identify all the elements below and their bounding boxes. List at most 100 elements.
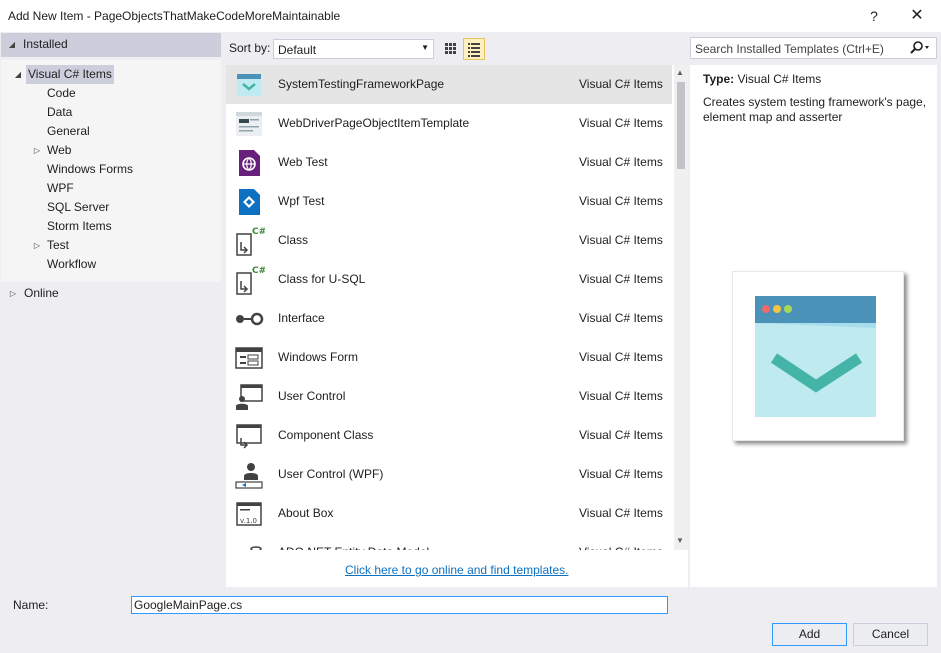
type-value: Visual C# Items — [737, 72, 822, 86]
template-row[interactable]: Wpf Test Visual C# Items — [226, 182, 672, 221]
template-name: Class — [278, 233, 309, 247]
template-name: About Box — [278, 506, 334, 520]
tree-item-workflow[interactable]: Workflow — [47, 255, 96, 274]
expand-arrow-icon[interactable]: ▷ — [32, 236, 42, 255]
tree-item-test[interactable]: Test — [47, 236, 69, 255]
grid-view-icon — [445, 43, 456, 54]
chevron-down-icon: ▼ — [421, 43, 429, 52]
template-category: Visual C# Items — [579, 506, 663, 520]
close-button[interactable]: ✕ — [898, 0, 936, 32]
template-row[interactable]: C# Class Visual C# Items — [226, 221, 672, 260]
name-input[interactable] — [131, 596, 668, 614]
template-name: Windows Form — [278, 350, 359, 364]
tree-item-code[interactable]: Code — [47, 84, 76, 103]
template-category: Visual C# Items — [579, 77, 663, 91]
sort-by-select[interactable]: Default ▼ — [273, 39, 434, 59]
template-name: SystemTestingFrameworkPage — [278, 77, 445, 91]
online-templates-link[interactable]: Click here to go online and find templat… — [345, 563, 568, 577]
interface-icon — [236, 312, 264, 326]
template-row[interactable]: Web Test Visual C# Items — [226, 143, 672, 182]
template-row[interactable]: Windows Form Visual C# Items — [226, 338, 672, 377]
svg-text:C#: C# — [252, 266, 265, 276]
template-name: Web Test — [278, 155, 328, 169]
tree-installed-header[interactable]: ◢ Installed — [1, 33, 221, 57]
csharp-class-icon: C# — [236, 227, 265, 256]
template-description: Creates system testing framework's page,… — [703, 95, 927, 124]
usql-class-icon: C# — [236, 266, 265, 295]
browser-preview-icon — [755, 296, 876, 417]
template-row[interactable]: SystemTestingFrameworkPage Visual C# Ite… — [226, 65, 672, 104]
template-category: Visual C# Items — [579, 350, 663, 364]
tree-item-data[interactable]: Data — [47, 103, 72, 122]
template-type: Type: Visual C# Items — [703, 72, 821, 86]
list-view-button[interactable] — [463, 38, 485, 60]
search-placeholder: Search Installed Templates (Ctrl+E) — [695, 42, 884, 56]
tree-item-visual-csharp[interactable]: Visual C# Items — [26, 65, 114, 84]
category-tree: ◢ Installed ◢ Visual C# Items Code Data … — [1, 32, 221, 588]
tree-item-web[interactable]: Web — [47, 141, 71, 160]
title-bar: Add New Item - PageObjectsThatMakeCodeMo… — [0, 0, 941, 32]
grid-view-button[interactable] — [440, 38, 462, 60]
wpf-user-control-icon — [235, 463, 263, 489]
tree-item-windows-forms[interactable]: Windows Forms — [47, 160, 133, 179]
template-row[interactable]: Interface Visual C# Items — [226, 299, 672, 338]
windows-form-icon — [235, 347, 263, 369]
details-pane: Type: Visual C# Items Creates system tes… — [690, 65, 937, 587]
user-control-icon — [236, 384, 263, 410]
expand-arrow-icon[interactable]: ▷ — [8, 284, 18, 303]
collapse-arrow-icon[interactable]: ◢ — [13, 65, 23, 84]
tree-item-storm-items[interactable]: Storm Items — [47, 217, 112, 236]
add-button[interactable]: Add — [772, 623, 847, 646]
template-row[interactable]: C# Class for U-SQL Visual C# Items — [226, 260, 672, 299]
template-row[interactable]: WebDriverPageObjectItemTemplate Visual C… — [226, 104, 672, 143]
browser-page-icon — [237, 74, 261, 96]
component-class-icon — [236, 424, 262, 449]
template-category: Visual C# Items — [579, 428, 663, 442]
template-search-input[interactable]: Search Installed Templates (Ctrl+E) — [690, 37, 937, 59]
tree-installed-panel: ◢ Visual C# Items Code Data General ▷ We… — [1, 60, 221, 282]
sort-by-label: Sort by: — [229, 41, 271, 55]
template-category: Visual C# Items — [579, 311, 663, 325]
template-category: Visual C# Items — [579, 389, 663, 403]
template-category: Visual C# Items — [579, 233, 663, 247]
wpf-test-icon — [239, 189, 260, 215]
template-category: Visual C# Items — [579, 194, 663, 208]
template-name: User Control — [278, 389, 346, 403]
template-category: Visual C# Items — [579, 467, 663, 481]
help-button[interactable]: ? — [858, 0, 890, 32]
template-preview — [732, 271, 904, 441]
template-name: Interface — [278, 311, 325, 325]
template-category: Visual C# Items — [579, 116, 663, 130]
web-test-icon — [239, 150, 260, 176]
tree-item-general[interactable]: General — [47, 122, 90, 141]
template-row[interactable]: User Control Visual C# Items — [226, 377, 672, 416]
collapse-arrow-icon[interactable]: ◢ — [7, 35, 17, 54]
about-box-icon: v.1.0 — [236, 502, 262, 526]
template-name: User Control (WPF) — [278, 467, 384, 481]
template-category: Visual C# Items — [579, 155, 663, 169]
webdriver-page-icon — [236, 112, 262, 136]
template-row[interactable]: User Control (WPF) Visual C# Items — [226, 455, 672, 494]
search-icon[interactable] — [908, 40, 932, 56]
tree-installed-label: Installed — [23, 37, 68, 51]
list-view-icon — [468, 43, 480, 57]
scroll-down-icon[interactable]: ▼ — [676, 536, 684, 545]
name-label: Name: — [13, 598, 49, 612]
scroll-thumb[interactable] — [677, 82, 685, 169]
svg-text:C#: C# — [252, 227, 265, 237]
scroll-up-icon[interactable]: ▲ — [676, 68, 684, 77]
window-title: Add New Item - PageObjectsThatMakeCodeMo… — [8, 9, 341, 23]
tree-item-online[interactable]: Online — [24, 284, 59, 303]
tree-item-sql-server[interactable]: SQL Server — [47, 198, 109, 217]
template-name: WebDriverPageObjectItemTemplate — [278, 116, 470, 130]
sort-by-value: Default — [278, 43, 317, 57]
template-row[interactable]: Component Class Visual C# Items — [226, 416, 672, 455]
template-name: Class for U-SQL — [278, 272, 366, 286]
template-row[interactable]: v.1.0 About Box Visual C# Items — [226, 494, 672, 533]
tree-item-wpf[interactable]: WPF — [47, 179, 74, 198]
template-name: Wpf Test — [278, 194, 325, 208]
template-name: Component Class — [278, 428, 374, 442]
template-list-scrollbar[interactable]: ▲ ▼ — [674, 65, 688, 550]
expand-arrow-icon[interactable]: ▷ — [32, 141, 42, 160]
cancel-button[interactable]: Cancel — [853, 623, 928, 646]
